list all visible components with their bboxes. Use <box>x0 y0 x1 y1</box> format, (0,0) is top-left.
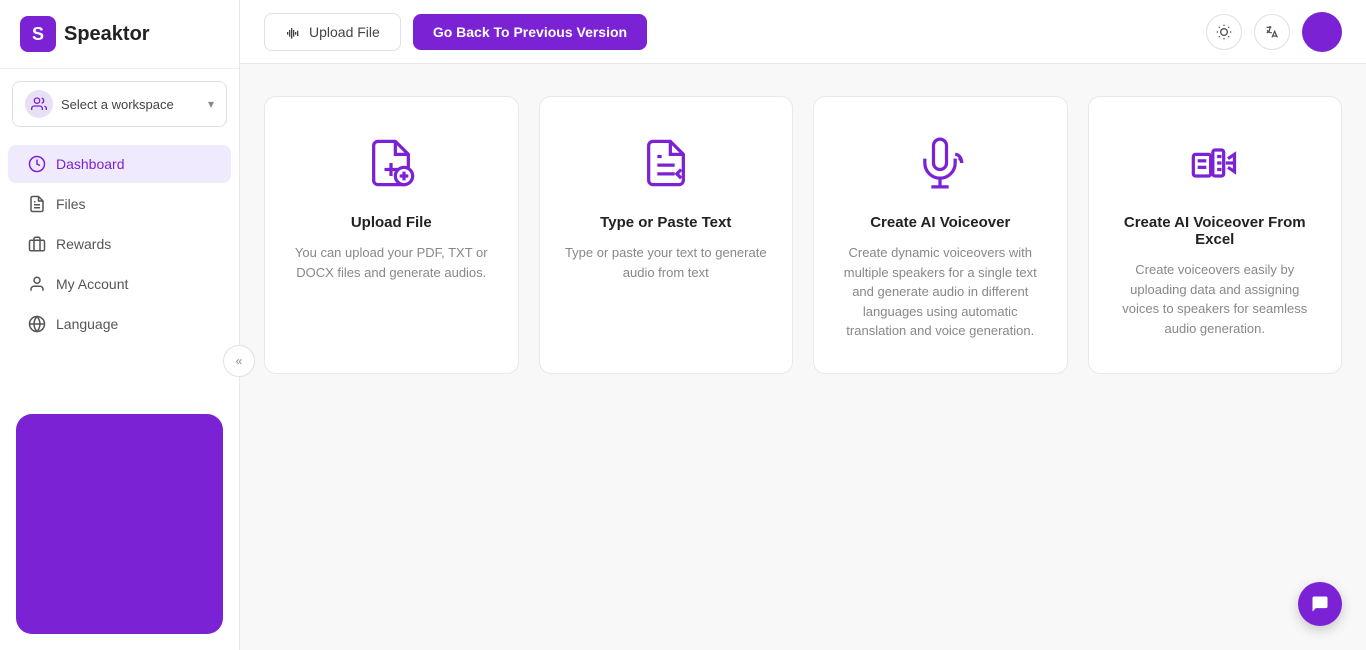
sidebar-item-files[interactable]: Files <box>8 185 231 223</box>
type-paste-card-icon <box>640 137 692 194</box>
rewards-icon <box>28 235 46 253</box>
workspace-selector[interactable]: Select a workspace ▾ <box>12 81 227 127</box>
brand-name: Speaktor <box>64 23 150 46</box>
promo-card <box>16 414 223 634</box>
card-description: Create voiceovers easily by uploading da… <box>1113 260 1318 338</box>
card-upload-file[interactable]: Upload File You can upload your PDF, TXT… <box>264 96 519 374</box>
translate-icon <box>1264 24 1280 40</box>
theme-toggle-button[interactable] <box>1206 14 1242 50</box>
dashboard-icon <box>28 155 46 173</box>
files-icon <box>28 195 46 213</box>
sidebar-item-label: Rewards <box>56 236 111 252</box>
chevron-down-icon: ▾ <box>208 97 214 111</box>
ai-voiceover-card-icon <box>914 137 966 194</box>
sidebar-item-dashboard[interactable]: Dashboard <box>8 145 231 183</box>
topbar-actions <box>1206 12 1342 52</box>
card-description: Type or paste your text to generate audi… <box>564 243 769 282</box>
chat-icon <box>1310 594 1330 614</box>
card-title: Type or Paste Text <box>600 214 731 231</box>
account-icon <box>28 275 46 293</box>
card-type-paste[interactable]: Type or Paste Text Type or paste your te… <box>539 96 794 374</box>
waveform-icon <box>285 24 301 40</box>
main-content: Upload File Go Back To Previous Version <box>240 0 1366 650</box>
workspace-avatar <box>25 90 53 118</box>
card-description: You can upload your PDF, TXT or DOCX fil… <box>289 243 494 282</box>
chat-support-button[interactable] <box>1298 582 1342 626</box>
logo-area: S Speaktor <box>0 0 239 69</box>
sidebar-item-label: Files <box>56 196 86 212</box>
language-toggle-button[interactable] <box>1254 14 1290 50</box>
sidebar-item-label: Language <box>56 316 118 332</box>
language-icon <box>28 315 46 333</box>
card-title: Upload File <box>351 214 432 231</box>
topbar: Upload File Go Back To Previous Version <box>240 0 1366 64</box>
sidebar-item-label: Dashboard <box>56 156 125 172</box>
upload-file-button[interactable]: Upload File <box>264 13 401 51</box>
sidebar: S Speaktor Select a workspace ▾ Dashboar… <box>0 0 240 650</box>
dashboard-content: Upload File You can upload your PDF, TXT… <box>240 64 1366 650</box>
user-avatar-button[interactable] <box>1302 12 1342 52</box>
logo-icon: S <box>20 16 56 52</box>
sidebar-item-label: My Account <box>56 276 128 292</box>
upload-file-card-icon <box>365 137 417 194</box>
card-title: Create AI Voiceover <box>870 214 1010 231</box>
card-description: Create dynamic voiceovers with multiple … <box>838 243 1043 341</box>
workspace-label: Select a workspace <box>61 97 208 112</box>
card-ai-voiceover[interactable]: Create AI Voiceover Create dynamic voice… <box>813 96 1068 374</box>
prev-version-button[interactable]: Go Back To Previous Version <box>413 14 647 50</box>
collapse-sidebar-button[interactable]: « <box>223 345 255 377</box>
sun-icon <box>1216 24 1232 40</box>
sidebar-item-account[interactable]: My Account <box>8 265 231 303</box>
ai-voiceover-excel-card-icon <box>1189 137 1241 194</box>
sidebar-item-language[interactable]: Language <box>8 305 231 343</box>
card-ai-voiceover-excel[interactable]: Create AI Voiceover From Excel Create vo… <box>1088 96 1343 374</box>
card-title: Create AI Voiceover From Excel <box>1113 214 1318 248</box>
sidebar-item-rewards[interactable]: Rewards <box>8 225 231 263</box>
feature-cards-grid: Upload File You can upload your PDF, TXT… <box>264 96 1342 374</box>
sidebar-promo-area <box>0 398 239 650</box>
sidebar-nav: Dashboard Files Rewards <box>0 135 239 398</box>
